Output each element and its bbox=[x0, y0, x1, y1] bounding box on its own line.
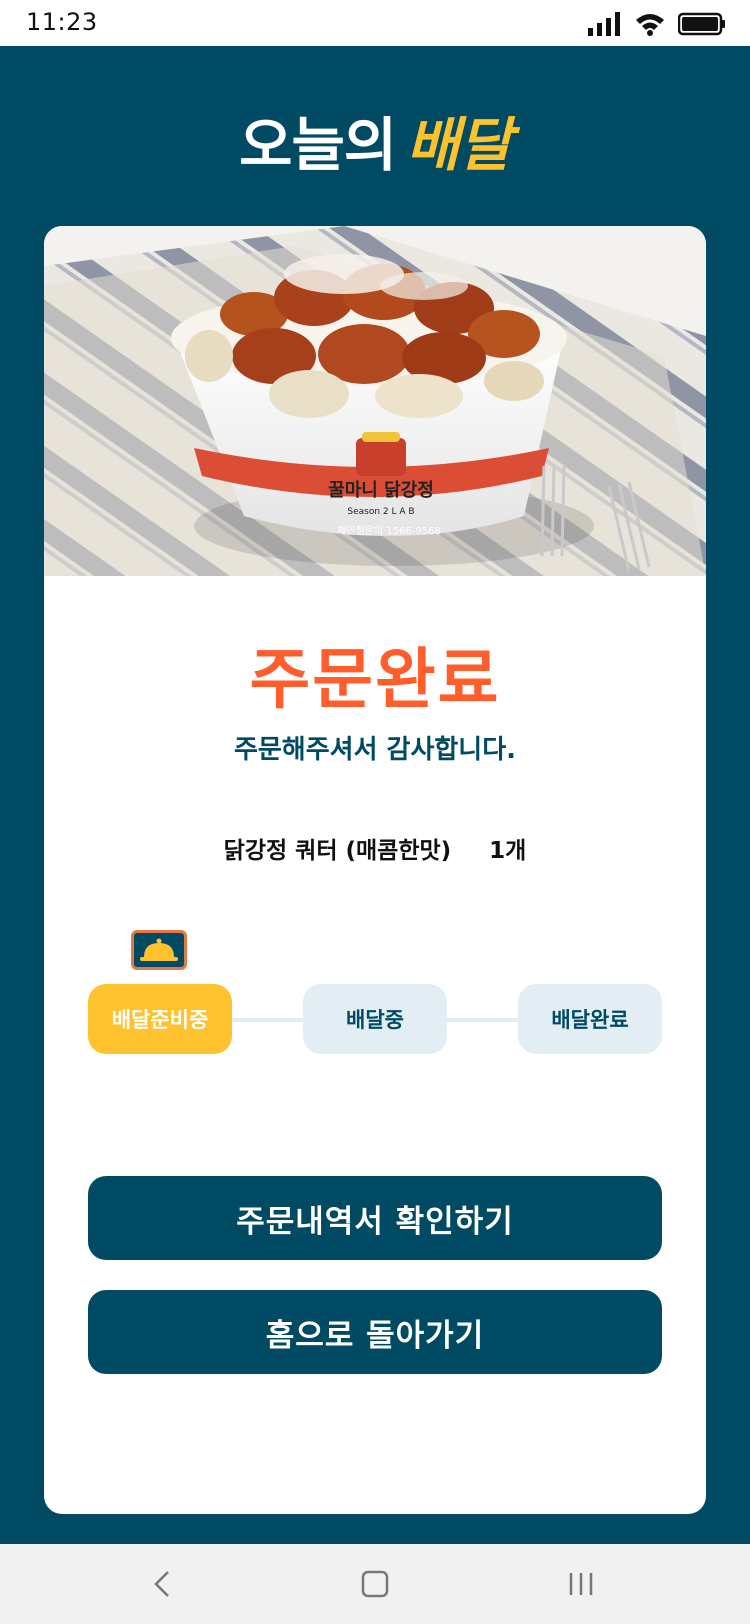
order-item-qty: 1개 bbox=[489, 838, 527, 864]
status-icons bbox=[588, 10, 726, 38]
order-item-line: 닭강정 쿼터 (매콤한맛) 1개 bbox=[44, 831, 706, 865]
battery-icon bbox=[678, 12, 725, 36]
step-delivering: 배달중 bbox=[303, 984, 447, 1054]
thank-you-message: 주문해주셔서 감사합니다. bbox=[233, 735, 517, 765]
back-icon[interactable] bbox=[137, 1564, 187, 1604]
order-complete-card: 꿀마니 닭강정 Season 2 L A B 체인점문의 1566-9568 주… bbox=[44, 226, 706, 1514]
status-time: 11:23 bbox=[26, 8, 98, 36]
signal-icon bbox=[588, 12, 620, 36]
step-preparing: 배달준비중 bbox=[88, 984, 232, 1054]
logo-text-today: 오늘의 bbox=[239, 111, 397, 179]
status-bar: 11:23 bbox=[0, 0, 750, 46]
bowl-brand-phone: 체인점문의 1566-9568 bbox=[337, 525, 441, 537]
logo-text-delivery: 배달 bbox=[406, 111, 512, 179]
delivery-tracker: 배달준비중 배달중 배달완료 bbox=[88, 930, 662, 1066]
recent-apps-icon[interactable] bbox=[556, 1564, 606, 1604]
bowl-brand-text: 꿀마니 닭강정 bbox=[328, 480, 434, 501]
bowl-brand-sub: Season 2 L A B bbox=[347, 507, 414, 517]
app-header: 오늘의 배달 bbox=[0, 46, 750, 226]
order-item-name: 닭강정 쿼터 (매콤한맛) bbox=[223, 838, 452, 864]
view-receipt-button[interactable]: 주문내역서 확인하기 bbox=[88, 1176, 662, 1260]
food-photo: 꿀마니 닭강정 Season 2 L A B 체인점문의 1566-9568 bbox=[44, 226, 706, 576]
cloche-icon bbox=[131, 930, 187, 970]
app-logo: 오늘의 배달 bbox=[0, 98, 750, 182]
step-delivered: 배달완료 bbox=[518, 984, 662, 1054]
wifi-icon bbox=[636, 14, 664, 36]
go-home-button[interactable]: 홈으로 돌아가기 bbox=[88, 1290, 662, 1374]
home-icon[interactable] bbox=[350, 1564, 400, 1604]
system-nav-bar bbox=[0, 1544, 750, 1624]
order-complete-title: 주문완료 bbox=[249, 641, 501, 718]
